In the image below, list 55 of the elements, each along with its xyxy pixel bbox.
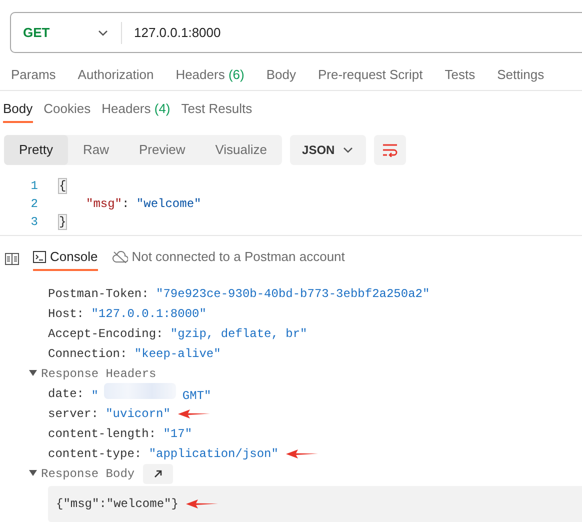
header-key: Postman-Token: <box>48 285 156 303</box>
wrap-lines-icon <box>382 143 398 157</box>
arrow-up-right-icon <box>152 469 163 479</box>
chevron-down-icon <box>342 145 354 155</box>
open-button[interactable] <box>142 464 173 484</box>
tab[interactable]: Cookies <box>44 97 91 123</box>
section-label: Response Headers <box>41 366 156 383</box>
tab[interactable]: Params <box>0 64 67 84</box>
header-value: "uvicorn" <box>106 406 170 423</box>
header-value: "79e923ce-930b-40bd-b773-3ebbf2a250a2" <box>156 286 430 303</box>
line-number: 2 <box>30 196 39 213</box>
tab[interactable]: Body <box>255 64 307 84</box>
tab[interactable]: Headers (4) <box>102 97 170 123</box>
header-value: " GMT" <box>91 383 212 405</box>
terminal-icon <box>33 250 46 262</box>
header-key: content-type: <box>48 445 149 463</box>
sidebar-toggle-icon <box>5 253 19 265</box>
header-key: server: <box>48 405 106 423</box>
tab[interactable]: Authorization <box>66 64 165 84</box>
response-body-text: {"msg":"welcome"} <box>56 496 178 513</box>
tab[interactable]: Body <box>3 97 33 123</box>
header-key: Connection: <box>48 345 134 363</box>
view-mode-tab[interactable]: Visualize <box>200 135 282 165</box>
header-value: "application/json" <box>148 446 278 463</box>
section-label: Response Body <box>41 466 135 483</box>
tab[interactable]: Pre-request Script <box>306 64 434 84</box>
cloud-off-icon <box>112 250 128 262</box>
header-key: Host: <box>48 305 92 323</box>
method-dropdown[interactable]: GET <box>11 13 121 52</box>
url-text: 127.0.0.1:8000 <box>133 24 221 42</box>
header-key: Accept-Encoding: <box>48 325 170 343</box>
header-key: content-length: <box>48 425 164 443</box>
tab[interactable]: Headers (6) <box>164 64 256 84</box>
wrap-lines-button[interactable] <box>374 135 406 165</box>
url-bar[interactable]: GET 127.0.0.1:8000 <box>10 12 582 53</box>
header-value: "17" <box>163 426 192 443</box>
tab[interactable]: Tests <box>434 64 486 84</box>
chevron-down-icon <box>97 28 109 38</box>
caret-down-icon <box>29 368 37 377</box>
header-value: "keep-alive" <box>134 346 221 363</box>
code-line: "msg": "welcome" <box>85 196 202 213</box>
tab[interactable]: Test Results <box>181 97 252 123</box>
view-mode-tab[interactable]: Preview <box>124 135 200 165</box>
tab[interactable]: Settings <box>486 64 556 84</box>
view-mode-tab[interactable]: Pretty <box>4 135 68 165</box>
view-mode-tab[interactable]: Raw <box>68 135 124 165</box>
line-number: 3 <box>30 214 39 231</box>
console-tab[interactable]: Console <box>33 246 98 272</box>
console-tab[interactable]: Not connected to a Postman account <box>112 246 345 272</box>
header-value: "gzip, deflate, br" <box>170 326 308 343</box>
format-dropdown[interactable]: JSON <box>290 135 366 165</box>
caret-down-icon <box>29 468 37 477</box>
line-number: 1 <box>30 178 39 195</box>
header-value: "127.0.0.1:8000" <box>91 306 206 323</box>
header-key: date: <box>48 385 92 403</box>
